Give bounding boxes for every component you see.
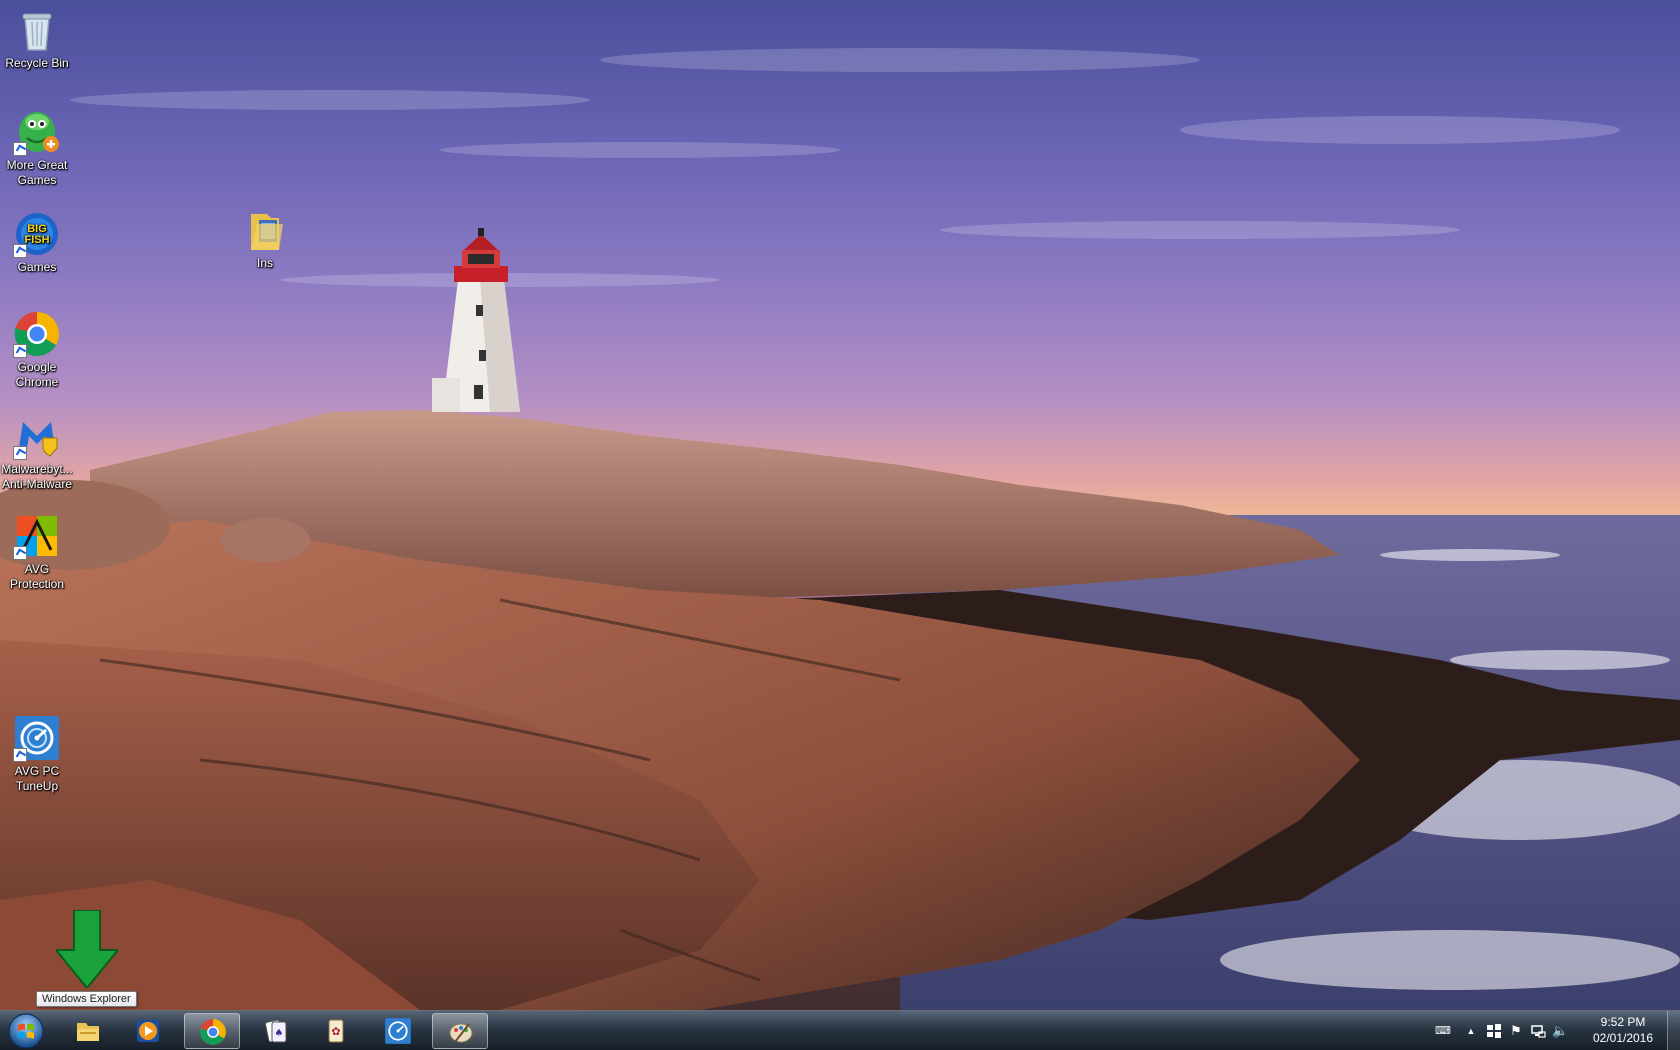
lighthouse <box>432 228 520 412</box>
big-fish-games-shortcut[interactable]: BIG FISH Games <box>0 210 75 275</box>
avg-icon <box>13 512 61 560</box>
clock-time: 9:52 PM <box>1600 1015 1646 1029</box>
svg-text:FISH: FISH <box>24 234 49 246</box>
taskbar-avg-tuneup[interactable] <box>370 1013 426 1049</box>
desktop: Recycle Bin More Great Games BIG FISH Ga… <box>0 0 1680 1050</box>
show-hidden-icons-icon[interactable]: ▲ <box>1463 1023 1479 1039</box>
action-center-flag-icon[interactable]: ⚑ <box>1508 1023 1524 1039</box>
start-button[interactable] <box>6 1012 46 1050</box>
arrow-down-icon <box>56 910 118 988</box>
taskbar: ♠ ✿ ⌨ ▲ ⚑ 🔈 9:52 PM 02/01/2016 <box>0 1010 1680 1050</box>
cards-icon: ♠ <box>264 1019 287 1043</box>
recycle-bin-shortcut[interactable]: Recycle Bin <box>0 6 75 71</box>
more-great-games-shortcut[interactable]: More Great Games <box>0 108 75 188</box>
big-fish-games-icon: BIG FISH <box>13 210 61 258</box>
desktop-icon-label: Recycle Bin <box>5 56 69 70</box>
avg-protection-shortcut[interactable]: AVG Protection <box>0 512 75 592</box>
windows-start-icon <box>8 1013 44 1049</box>
keyboard-icon[interactable]: ⌨ <box>1435 1023 1451 1039</box>
taskbar-chrome[interactable] <box>184 1013 240 1049</box>
paint-icon <box>449 1023 473 1043</box>
clock-date: 02/01/2016 <box>1592 1031 1654 1045</box>
desktop-icon-label: AVG PC TuneUp <box>14 764 60 793</box>
folder-icon <box>77 1023 99 1041</box>
malwarebytes-icon <box>13 412 61 460</box>
avg-pc-tuneup-shortcut[interactable]: AVG PC TuneUp <box>0 714 75 794</box>
windows-flag-icon[interactable] <box>1486 1023 1502 1039</box>
media-player-icon <box>137 1020 159 1042</box>
network-icon[interactable] <box>1530 1023 1546 1039</box>
svg-text:✿: ✿ <box>331 1025 340 1038</box>
avg-tuneup-icon <box>385 1018 411 1044</box>
desktop-icon-label: AVG Protection <box>9 562 65 591</box>
avg-tuneup-icon <box>13 714 61 762</box>
windows-explorer-tooltip: Windows Explorer <box>36 991 137 1007</box>
taskbar-windows-explorer[interactable] <box>60 1013 116 1049</box>
ins-folder[interactable]: Ins <box>227 206 303 271</box>
svg-text:♠: ♠ <box>275 1028 284 1039</box>
chrome-icon <box>200 1019 226 1045</box>
clock[interactable]: 9:52 PM 02/01/2016 <box>1588 1014 1658 1046</box>
wallpaper-lighthouse <box>0 48 1680 1015</box>
desktop-icon-label: Ins <box>256 256 273 270</box>
desktop-icon-label: Malwarebyt... Anti-Malware <box>1 462 73 491</box>
taskbar-media-player[interactable] <box>120 1013 176 1049</box>
system-tray: ⌨ ▲ ⚑ 🔈 9:52 PM 02/01/2016 <box>1430 1011 1680 1050</box>
desktop-icon-label: Google Chrome <box>15 360 59 389</box>
taskbar-mahjong[interactable]: ✿ <box>308 1013 364 1049</box>
google-chrome-shortcut[interactable]: Google Chrome <box>0 310 75 390</box>
recycle-bin-icon <box>13 6 61 54</box>
folder-icon <box>241 206 289 254</box>
desktop-icon-label: Games <box>17 260 57 274</box>
more-great-games-icon <box>13 108 61 156</box>
desktop-icon-label: More Great Games <box>6 158 68 187</box>
malwarebytes-shortcut[interactable]: Malwarebyt... Anti-Malware <box>0 412 75 492</box>
mahjong-icon: ✿ <box>328 1019 344 1043</box>
chrome-icon <box>13 310 61 358</box>
volume-icon[interactable]: 🔈 <box>1552 1023 1568 1039</box>
taskbar-paint[interactable] <box>432 1013 488 1049</box>
show-desktop-button[interactable] <box>1667 1011 1680 1050</box>
taskbar-solitaire[interactable]: ♠ <box>248 1013 304 1049</box>
